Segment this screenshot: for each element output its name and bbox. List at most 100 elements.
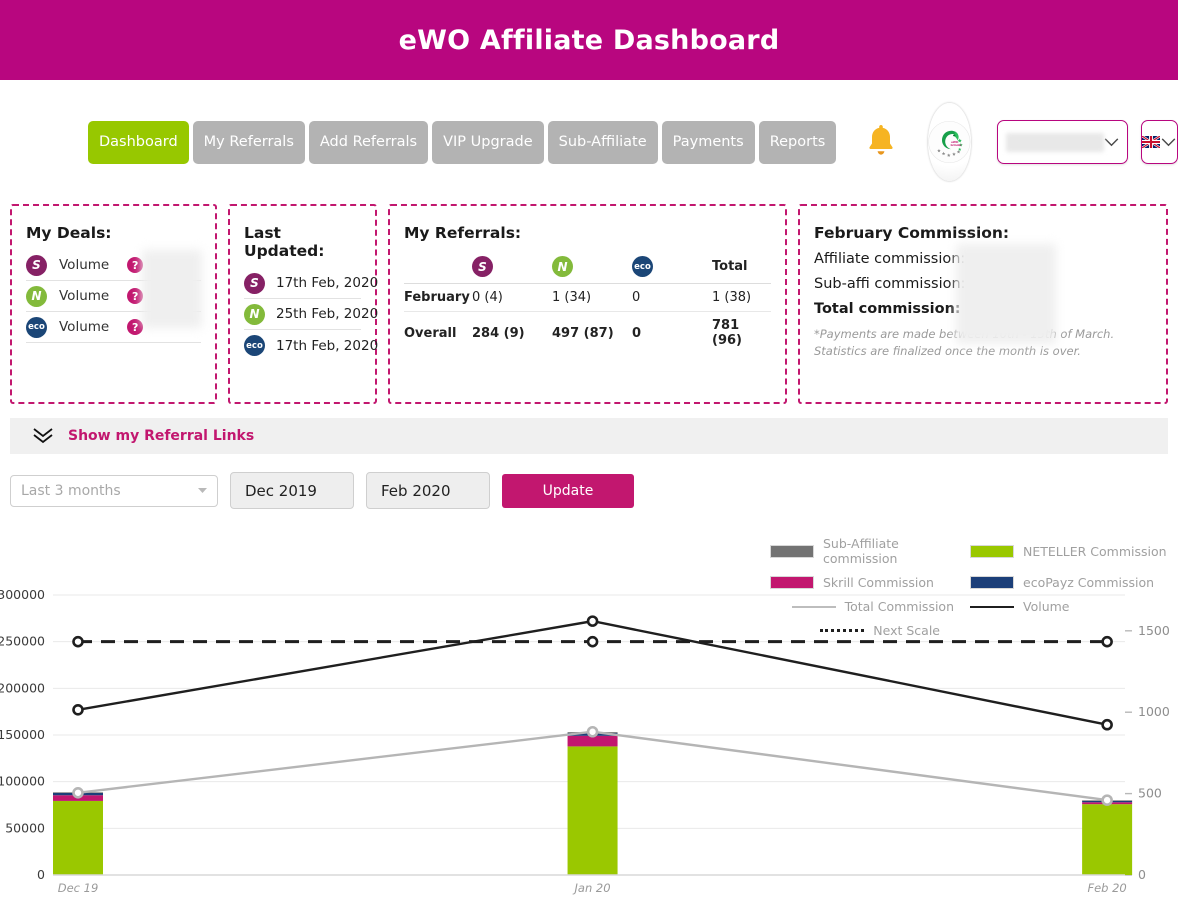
bar-segment (567, 746, 618, 875)
y-axis-left-tick: 250000 (0, 634, 45, 649)
ecopayz-icon: eco (244, 335, 265, 356)
column-header-neteller: N (552, 250, 632, 284)
chevron-double-down-icon (33, 428, 53, 444)
chevron-down-icon (198, 487, 207, 493)
data-point (1101, 718, 1113, 731)
app-header: eWO Affiliate Dashboard (0, 0, 1178, 80)
date-range-value: Last 3 months (21, 482, 121, 499)
ecopayz-icon: eco (632, 256, 653, 277)
y-axis-left-tick: 300000 (0, 590, 45, 602)
commission-title: February Commission: (814, 224, 1010, 242)
help-icon[interactable]: ? (127, 288, 144, 304)
y-axis-left-tick: 150000 (0, 727, 45, 742)
skrill-icon: S (472, 256, 493, 277)
help-icon[interactable]: ? (127, 319, 144, 335)
to-date-input[interactable]: Feb 2020 (366, 472, 490, 509)
row-label-overall: Overall (404, 325, 457, 341)
legend-swatch (970, 544, 1014, 558)
y-axis-left-tick: 200000 (0, 680, 45, 695)
y-axis-right-tick: 1000 (1138, 704, 1170, 719)
legend-label: Sub-Affiliate commission (823, 536, 899, 566)
legend-label: ecoPayz Commission (1023, 575, 1155, 590)
page-title: eWO Affiliate Dashboard (398, 24, 780, 56)
bar-segment (53, 800, 103, 875)
legend-item-skrill[interactable]: Skrill Commission (770, 575, 970, 590)
row-label-february: February (404, 290, 470, 305)
ewo-grinder-logo[interactable]: eWO Grinder (928, 103, 971, 181)
last-updated-date: 25th Feb, 2020 (276, 306, 379, 322)
cell-neteller: 497 (87) (552, 325, 614, 341)
data-point (586, 615, 599, 627)
uk-flag-icon (1142, 136, 1161, 148)
last-updated-row-neteller: N 25th Feb, 2020 (244, 299, 378, 330)
last-updated-row-ecopayz: eco 17th Feb, 2020 (244, 330, 378, 361)
nav-item-my-referrals[interactable]: My Referrals (192, 120, 305, 164)
x-axis-tick: Dec 19 (58, 881, 99, 895)
date-range-select[interactable]: Last 3 months (10, 474, 218, 507)
nav-item-vip-upgrade[interactable]: VIP Upgrade (432, 120, 544, 164)
cell-neteller: 1 (34) (552, 290, 592, 305)
last-updated-row-skrill: S 17th Feb, 2020 (244, 268, 378, 299)
chart-canvas: 0 50000 100000 150000 200000 250000 300000 0 500… (0, 590, 1170, 895)
cell-ecopayz: 0 (632, 290, 641, 305)
data-point (1101, 794, 1113, 806)
last-updated-date: 17th Feb, 2020 (276, 337, 379, 354)
my-deals-label: Volume (59, 257, 110, 273)
nav-item-dashboard[interactable]: Dashboard (88, 120, 189, 164)
last-updated-title: Last Updated: (244, 224, 325, 260)
table-row: February 0 (4) 1 (34) 0 1 (38) (404, 284, 771, 312)
my-deals-hidden-values (142, 250, 202, 328)
y-axis-right-tick: 500 (1138, 786, 1162, 801)
cell-total: 781 (96) (712, 318, 742, 348)
nav-item-sub-affiliate[interactable]: Sub-Affiliate (547, 120, 658, 164)
y-axis-right-tick: 1500 (1138, 623, 1170, 638)
commission-hidden-values (956, 244, 1056, 344)
cell-total: 1 (38) (712, 290, 752, 305)
neteller-icon: N (552, 256, 573, 277)
neteller-icon: N (244, 303, 265, 325)
chart-filters: Last 3 months Dec 2019 Feb 2020 Update (0, 454, 1178, 509)
legend-item-sub-affiliate[interactable]: Sub-Affiliate commission (770, 536, 970, 566)
y-axis-left-tick: 50000 (5, 820, 45, 835)
last-updated-card: Last Updated: S 17th Feb, 2020 N 25th Fe… (228, 204, 378, 404)
my-deals-label: Volume (59, 319, 110, 335)
show-referral-links-toggle[interactable]: Show my Referral Links (10, 418, 1168, 454)
legend-item-neteller[interactable]: NETELLER Commission (970, 536, 1170, 566)
my-referrals-table: S N eco Total February 0 (4) 1 (34) 0 1 … (404, 250, 771, 354)
update-button[interactable]: Update (502, 473, 634, 508)
my-referrals-title: My Referrals: (404, 224, 522, 242)
data-point (72, 786, 84, 799)
chevron-down-icon (1162, 137, 1176, 146)
nav-item-reports[interactable]: Reports (758, 120, 837, 164)
cell-ecopayz: 0 (632, 325, 642, 341)
neteller-icon: N (26, 285, 47, 307)
data-point (72, 635, 84, 648)
legend-label: NETELLER Commission (1023, 543, 1167, 559)
cell-skrill: 0 (4) (472, 290, 503, 305)
skrill-icon: S (244, 272, 265, 294)
legend-label: Skrill Commission (823, 575, 934, 590)
data-point (586, 725, 599, 738)
last-updated-date: 17th Feb, 2020 (276, 275, 379, 291)
x-axis-tick: Jan 20 (573, 881, 611, 895)
nav-item-add-referrals[interactable]: Add Referrals (308, 120, 429, 164)
legend-swatch (770, 576, 814, 589)
svg-text:Grinder: Grinder (951, 143, 963, 147)
chevron-down-icon (1104, 137, 1119, 146)
help-icon[interactable]: ? (127, 257, 144, 273)
legend-item-ecopayz[interactable]: ecoPayz Commission (970, 575, 1170, 590)
my-referrals-card: My Referrals: S N eco Total February 0 (… (388, 204, 787, 404)
bar-segment (1082, 804, 1133, 875)
skrill-icon: S (26, 254, 47, 276)
language-select[interactable] (1140, 120, 1178, 164)
nav-item-payments[interactable]: Payments (661, 120, 755, 164)
main-navigation: Dashboard My Referrals Add Referrals VIP… (0, 80, 1178, 204)
column-header-total: Total (712, 250, 771, 284)
data-point (72, 704, 84, 716)
account-select[interactable] (996, 120, 1128, 164)
my-deals-title: My Deals: (26, 224, 112, 242)
from-date-input[interactable]: Dec 2019 (230, 472, 354, 509)
commission-chart: 0 50000 100000 150000 200000 250000 300000 0 500… (0, 590, 1178, 923)
y-axis-left-tick: 100000 (0, 774, 45, 789)
bell-icon[interactable] (864, 122, 898, 163)
